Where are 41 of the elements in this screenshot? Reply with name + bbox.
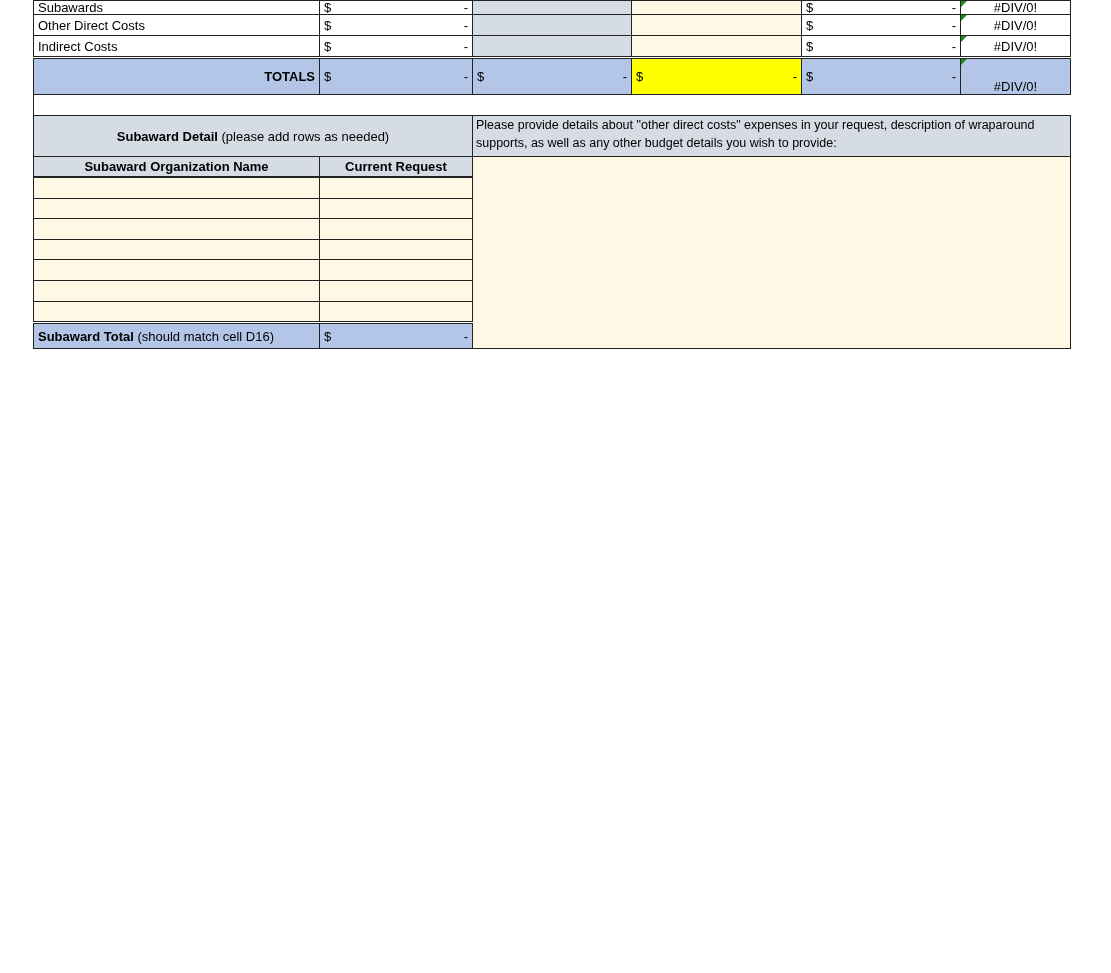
currency-symbol: $ (806, 17, 814, 33)
amount-value: - (951, 1, 956, 14)
currency-symbol: $ (324, 17, 332, 33)
currency-symbol: $ (806, 69, 814, 84)
input-field[interactable] (33, 239, 320, 260)
amount-value: - (622, 69, 627, 84)
totals-label: TOTALS (33, 57, 320, 95)
amount-value: - (951, 38, 956, 54)
table-cell: #DIV/0! (960, 57, 1071, 95)
input-field[interactable] (631, 0, 802, 15)
amount-value: - (951, 69, 956, 84)
currency-symbol: $ (806, 1, 814, 14)
amount-value: - (463, 69, 468, 84)
table-cell: #DIV/0! (960, 14, 1071, 36)
currency-symbol: $ (477, 69, 485, 84)
input-field[interactable] (631, 35, 802, 58)
currency-symbol: $ (324, 328, 332, 344)
input-field[interactable] (33, 280, 320, 302)
amount-value: - (463, 17, 468, 33)
details-prompt: Please provide details about "other direct costs" expenses in your request, description of wraparound supports, as well as any other budget details you wish to provide: (472, 115, 1071, 157)
column-header: Subaward Organization Name (33, 156, 320, 177)
details-input-field[interactable] (472, 156, 1071, 349)
currency-symbol: $ (324, 38, 332, 54)
section-title: Subaward Detail (please add rows as needed) (33, 115, 473, 157)
input-field[interactable] (33, 218, 320, 240)
currency-symbol: $ (636, 69, 644, 84)
table-cell: #DIV/0! (960, 0, 1071, 15)
currency-symbol: $ (324, 69, 332, 84)
amount-value: - (463, 38, 468, 54)
row-label: Other Direct Costs (33, 14, 320, 36)
input-field[interactable] (33, 177, 320, 199)
amount-value: - (463, 328, 468, 344)
input-field[interactable] (33, 198, 320, 219)
amount-value: - (951, 17, 956, 33)
subaward-total-label: Subaward Total (should match cell D16) (33, 322, 320, 349)
currency-symbol: $ (324, 1, 332, 14)
input-field[interactable] (33, 259, 320, 281)
currency-symbol: $ (806, 38, 814, 54)
amount-value: - (463, 1, 468, 14)
row-label: Subawards (33, 0, 320, 15)
amount-value: - (792, 69, 797, 84)
